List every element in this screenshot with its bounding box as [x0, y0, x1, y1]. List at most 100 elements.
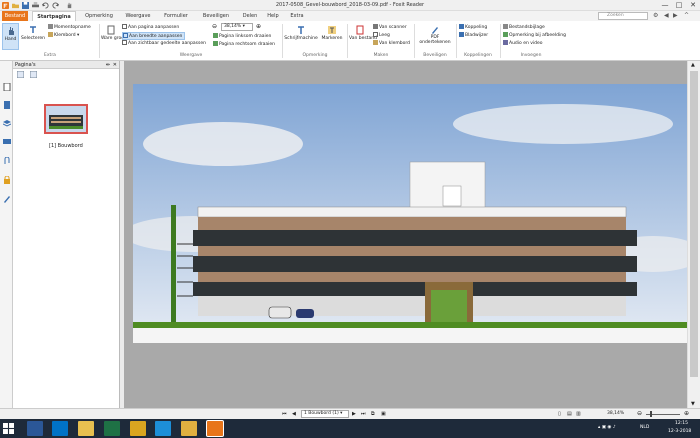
- from-scanner-button[interactable]: Van scanner: [373, 24, 407, 30]
- fit-page-button[interactable]: Aan pagina aanpassen: [122, 24, 179, 30]
- comments-icon[interactable]: [3, 138, 11, 146]
- next-page-icon[interactable]: ▶: [352, 411, 356, 417]
- panel-header: Pagina's ⇹ ✕: [13, 61, 119, 69]
- zoom-thumbnails-in-icon[interactable]: [30, 71, 37, 78]
- zoom-out-icon[interactable]: ⊖: [212, 23, 217, 30]
- excel-app-icon[interactable]: [104, 421, 120, 436]
- close-panel-icon[interactable]: ✕: [113, 61, 117, 69]
- continuous-page-icon[interactable]: ▤: [567, 411, 572, 417]
- tab-comment[interactable]: Opmerking: [80, 11, 118, 21]
- separator: [347, 24, 348, 58]
- blank-page-icon: [373, 32, 378, 37]
- image-annot-button[interactable]: Opmerking bij afbeelding: [503, 32, 566, 38]
- maximize-button[interactable]: □: [672, 0, 686, 11]
- typewriter-icon: [298, 26, 304, 34]
- pages-panel: Pagina's ⇹ ✕ [1] Bouwbord: [13, 61, 120, 408]
- from-clipboard-button[interactable]: Van klembord: [373, 40, 410, 46]
- tab-file[interactable]: Bestand: [2, 11, 28, 21]
- fit-page-icon: [122, 24, 127, 29]
- tab-view[interactable]: Weergave: [120, 11, 156, 21]
- nav-back-icon[interactable]: ◀: [664, 12, 669, 19]
- single-page-icon[interactable]: ▯: [558, 411, 561, 417]
- vertical-scrollbar[interactable]: ▲ ▼: [687, 61, 700, 408]
- copy-view-icon[interactable]: ⧉: [371, 411, 375, 417]
- zoom-in-icon[interactable]: ⊕: [256, 23, 261, 30]
- tab-protect[interactable]: Beveiligen: [197, 11, 235, 21]
- first-page-icon[interactable]: ⏮: [282, 411, 287, 417]
- security-lock-icon[interactable]: [3, 176, 11, 184]
- audio-video-button[interactable]: Audio en video: [503, 40, 543, 46]
- rotate-right-button[interactable]: Pagina rechtsom draaien: [213, 41, 275, 47]
- outlook-app-icon[interactable]: [52, 421, 68, 436]
- page-selector[interactable]: 1 Bouwbord (1) ▾: [301, 410, 349, 418]
- notes-app-icon[interactable]: [130, 421, 146, 436]
- signature-icon[interactable]: [3, 195, 11, 203]
- tray-icons[interactable]: ▴ ▣ ◉ ♪: [598, 425, 616, 430]
- tab-share[interactable]: Delen: [238, 11, 262, 21]
- zoom-thumbnails-out-icon[interactable]: [17, 71, 24, 78]
- page-thumbnail[interactable]: [44, 104, 88, 134]
- word-app-icon[interactable]: [27, 421, 43, 436]
- tab-home[interactable]: Startpagina: [32, 11, 76, 21]
- hand-button[interactable]: Hand: [2, 23, 19, 50]
- blank-button[interactable]: Leeg: [373, 32, 390, 38]
- close-button[interactable]: ✕: [686, 0, 700, 11]
- select-text-icon: [30, 26, 36, 33]
- drawing-page: [133, 84, 687, 343]
- search-input[interactable]: Zoeken: [598, 12, 648, 20]
- tab-help[interactable]: Help: [263, 11, 283, 21]
- language-indicator[interactable]: NLD: [640, 425, 649, 430]
- facing-page-icon[interactable]: ▥: [576, 411, 581, 417]
- scroll-up-icon[interactable]: ▲: [691, 62, 695, 68]
- scroll-down-icon[interactable]: ▼: [691, 401, 695, 407]
- settings-icon[interactable]: ⚙: [653, 12, 658, 19]
- fit-width-icon: [123, 33, 128, 38]
- attachments-icon[interactable]: [3, 157, 11, 165]
- title-bar: 2017-0508_Gevel-bouwbord_2018-03-09.pdf …: [0, 0, 700, 11]
- clipboard-button[interactable]: Klembord ▾: [48, 32, 79, 38]
- snapshot-button[interactable]: Momentopname: [48, 24, 91, 30]
- zoom-in-status-icon[interactable]: ⊕: [684, 410, 689, 417]
- group-insert-label: Invoegen: [520, 53, 542, 58]
- file-attach-button[interactable]: Bestandsbijlage: [503, 24, 545, 30]
- link-button[interactable]: Koppeling: [459, 24, 487, 30]
- bookmarks-icon[interactable]: [3, 101, 11, 109]
- tab-extra[interactable]: Extra: [286, 11, 308, 21]
- pdf-sign-button[interactable]: PDF ondertekenen: [417, 23, 453, 50]
- pin-icon[interactable]: ⇹: [106, 61, 110, 69]
- nav-forward-icon[interactable]: ▶: [673, 12, 678, 19]
- select-button[interactable]: Selecteren: [21, 23, 45, 50]
- actual-size-button[interactable]: Ware grootte: [101, 23, 130, 50]
- scroll-thumb[interactable]: [690, 71, 698, 377]
- windows-start-icon[interactable]: [3, 423, 14, 434]
- ribbon-tabs: Bestand Startpagina Opmerking Weergave F…: [0, 11, 700, 21]
- highlight-button[interactable]: Markeren: [320, 23, 344, 50]
- from-file-button[interactable]: Van bestand: [349, 23, 377, 50]
- attachment-icon: [503, 24, 508, 29]
- fit-visible-button[interactable]: Aan zichtbaar gedeelte aanpassen: [122, 40, 206, 46]
- highlight-icon: [328, 26, 336, 34]
- rotate-left-button[interactable]: Pagina linksom draaien: [213, 33, 271, 39]
- last-page-icon[interactable]: ⏭: [361, 411, 366, 417]
- foxit-app-icon[interactable]: [206, 420, 224, 437]
- document-viewer[interactable]: [124, 61, 687, 408]
- sign-pen-icon: [432, 27, 438, 34]
- notepad-app-icon[interactable]: [181, 421, 197, 436]
- taskbar: ▴ ▣ ◉ ♪ NLD 12:15 12-3-2018: [0, 419, 700, 438]
- group-view-label: Weergave: [179, 53, 203, 58]
- typewriter-button[interactable]: Schrijfmachine: [284, 23, 318, 50]
- minimize-button[interactable]: —: [658, 0, 672, 11]
- prev-page-icon[interactable]: ◀: [292, 411, 296, 417]
- zoom-slider-handle[interactable]: [650, 411, 652, 417]
- pages-icon[interactable]: [3, 83, 11, 91]
- fit-width-button[interactable]: Aan breedte aanpassen: [122, 32, 186, 40]
- snapshot-view-icon[interactable]: ▣: [381, 411, 386, 417]
- bookmark-button[interactable]: Bladwijzer: [459, 32, 488, 38]
- explorer-app-icon[interactable]: [78, 421, 94, 436]
- tab-form[interactable]: Formulier: [158, 11, 194, 21]
- collapse-ribbon-icon[interactable]: ^: [684, 12, 689, 19]
- ie-app-icon[interactable]: [155, 421, 171, 436]
- zoom-select[interactable]: 38,14% ▾: [221, 23, 253, 31]
- layers-icon[interactable]: [3, 119, 11, 127]
- zoom-out-status-icon[interactable]: ⊖: [637, 410, 642, 417]
